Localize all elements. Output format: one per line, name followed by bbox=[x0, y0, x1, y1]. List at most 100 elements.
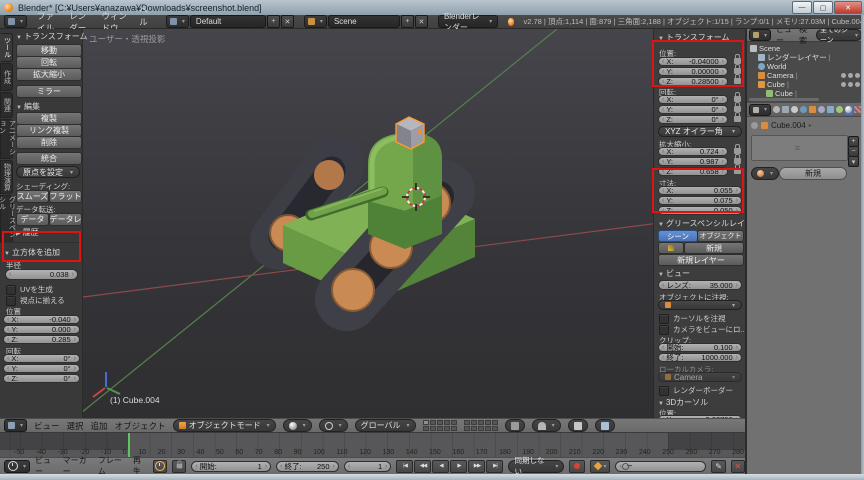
use-preview-range-button[interactable] bbox=[153, 460, 167, 473]
title-bar[interactable]: Blender* [C:¥Users¥anazawa¥Downloads¥scr… bbox=[0, 0, 864, 15]
render-opengl-button[interactable] bbox=[568, 419, 588, 432]
timeline-editor-selector[interactable] bbox=[4, 460, 30, 473]
np-3d-cursor-header[interactable]: ▼3Dカーソル bbox=[658, 397, 708, 408]
shading-dropdown[interactable] bbox=[283, 419, 312, 432]
3d-viewport[interactable]: ユーザー・透視投影 (1) Cube.004 bbox=[83, 29, 745, 418]
outliner-row-cube-data[interactable]: Cube| bbox=[766, 89, 797, 98]
outliner-row-camera[interactable]: Camera| bbox=[758, 71, 798, 80]
close-button[interactable]: ✕ bbox=[834, 1, 862, 14]
shade-smooth-button[interactable]: スムーズ bbox=[16, 190, 49, 203]
gp-scene-toggle[interactable]: シーン bbox=[658, 230, 698, 242]
current-frame-field[interactable]: 1 bbox=[344, 461, 392, 472]
set-origin-dropdown[interactable]: 原点を設定 bbox=[16, 166, 80, 178]
rotation-mode-dropdown[interactable]: XYZ オイラー角 bbox=[658, 126, 742, 137]
clip-start-field[interactable]: 開始:0.100 bbox=[658, 343, 742, 352]
render-border-checkbox[interactable]: レンダーボーダー bbox=[659, 385, 733, 396]
tab-relations[interactable]: 関連 bbox=[0, 92, 13, 118]
tab-tools[interactable]: ツール bbox=[0, 33, 13, 62]
scene-field[interactable]: Scene bbox=[328, 15, 400, 28]
screen-layout-field[interactable]: Default bbox=[190, 15, 266, 28]
sync-dropdown[interactable]: 同期しない bbox=[508, 460, 564, 473]
generate-uv-checkbox[interactable]: UVを生成 bbox=[6, 284, 53, 295]
orientation-dropdown[interactable]: グローバル bbox=[355, 419, 416, 432]
tab-material[interactable] bbox=[845, 105, 853, 115]
properties-breadcrumb[interactable]: Cube.004 ▸ bbox=[751, 121, 812, 130]
render-anim-button[interactable] bbox=[595, 419, 615, 432]
material-browse-dropdown[interactable] bbox=[751, 167, 779, 180]
location-y-field[interactable]: Y:0.000 bbox=[3, 325, 80, 334]
mode-dropdown[interactable]: オブジェクトモード bbox=[173, 419, 276, 432]
layers-grid-1[interactable] bbox=[423, 420, 457, 431]
tab-render[interactable] bbox=[772, 105, 780, 115]
mirror-button[interactable]: ミラー bbox=[16, 85, 82, 98]
np-grease-pencil-header[interactable]: ▼グリースペンシルレイ... bbox=[658, 218, 745, 229]
local-camera-field[interactable]: Camera bbox=[658, 372, 742, 382]
keying-set-dropdown[interactable] bbox=[590, 460, 611, 473]
play-button[interactable]: ▶ bbox=[450, 460, 467, 473]
maximize-button[interactable]: ▢ bbox=[813, 1, 833, 14]
viewport-editor-selector[interactable] bbox=[4, 419, 27, 432]
panel-transform-header[interactable]: ▼トランスフォーム bbox=[16, 31, 88, 42]
minimize-button[interactable]: — bbox=[792, 1, 812, 14]
lock-to-cursor-checkbox[interactable]: カーソルを注視 bbox=[659, 313, 726, 324]
properties-editor-selector[interactable] bbox=[749, 104, 771, 116]
outliner-row-renderlayers[interactable]: レンダーレイヤー| bbox=[758, 53, 831, 62]
editor-type-selector[interactable] bbox=[4, 15, 27, 28]
lock-to-scene-button[interactable] bbox=[505, 419, 525, 432]
outliner-row-world[interactable]: World bbox=[758, 62, 786, 71]
render-engine-selector[interactable]: Blenderレンダー bbox=[438, 15, 498, 28]
view-menu[interactable]: ビュー bbox=[34, 420, 60, 432]
scene-delete-button[interactable]: ✕ bbox=[415, 15, 428, 28]
lock-icon[interactable] bbox=[734, 116, 741, 122]
outliner-row-cube[interactable]: Cube| bbox=[758, 80, 789, 89]
lock-time-button[interactable] bbox=[172, 460, 186, 473]
frame-end-field[interactable]: 終了:250 bbox=[276, 461, 339, 472]
delete-button[interactable]: 削除 bbox=[16, 136, 82, 149]
record-button[interactable] bbox=[569, 460, 584, 473]
insert-keyframe-button[interactable]: ✎ bbox=[711, 460, 725, 473]
np-view-header[interactable]: ▼ビュー bbox=[658, 268, 690, 279]
data-layout-button[interactable]: データレ bbox=[49, 213, 82, 226]
material-new-button[interactable]: 新規 bbox=[779, 167, 847, 180]
frame-start-field[interactable]: 開始:1 bbox=[191, 461, 271, 472]
tab-render-layers[interactable] bbox=[781, 105, 789, 115]
outliner-scrollbar[interactable] bbox=[749, 98, 819, 101]
delete-keyframe-button[interactable]: ✕ bbox=[731, 460, 745, 473]
tab-modifiers[interactable] bbox=[827, 105, 835, 115]
tab-data[interactable] bbox=[836, 105, 844, 115]
layout-delete-button[interactable]: ✕ bbox=[281, 15, 294, 28]
lens-field[interactable]: レンズ:35.000 bbox=[658, 280, 742, 290]
lock-object-field[interactable] bbox=[658, 300, 742, 310]
tab-constraints[interactable] bbox=[817, 105, 825, 115]
np-scale-x-field[interactable]: X:0.724 bbox=[658, 147, 728, 156]
next-keyframe-button[interactable]: ▶▶ bbox=[468, 460, 485, 473]
outliner-search-menu[interactable]: 検索 bbox=[799, 29, 811, 46]
scene-selector-icon[interactable] bbox=[304, 15, 327, 28]
3d-viewport-canvas[interactable] bbox=[83, 29, 745, 418]
active-keying-set-field[interactable] bbox=[615, 461, 706, 472]
np-rot-x-field[interactable]: X:0° bbox=[658, 95, 728, 104]
jump-to-end-button[interactable]: ▶| bbox=[486, 460, 503, 473]
gp-new-button[interactable]: 新規 bbox=[684, 242, 744, 254]
lock-camera-checkbox[interactable]: カメラをビューにロ... bbox=[659, 324, 745, 335]
play-reverse-button[interactable]: ◀ bbox=[432, 460, 449, 473]
pivot-dropdown[interactable] bbox=[319, 419, 348, 432]
prev-keyframe-button[interactable]: ◀◀ bbox=[414, 460, 431, 473]
material-slot-list[interactable]: ≡ bbox=[751, 135, 848, 161]
gp-new-layer-button[interactable]: 新規レイヤー bbox=[658, 254, 744, 266]
tab-world[interactable] bbox=[799, 105, 807, 115]
cube-restrict-icons[interactable] bbox=[841, 82, 860, 87]
rotation-z-field[interactable]: Z:0° bbox=[3, 374, 80, 383]
np-scale-y-field[interactable]: Y:0.987 bbox=[658, 157, 728, 166]
outliner-scope-dropdown[interactable]: 全てのシーン bbox=[816, 29, 862, 41]
rotation-x-field[interactable]: X:0° bbox=[3, 354, 80, 363]
slot-specials-button[interactable]: ▾ bbox=[848, 156, 859, 167]
layout-add-button[interactable]: + bbox=[267, 15, 280, 28]
scale-button[interactable]: 拡大縮小 bbox=[16, 68, 82, 81]
location-z-field[interactable]: Z:0.285 bbox=[3, 335, 80, 344]
camera-restrict-icons[interactable] bbox=[841, 73, 860, 78]
gp-draw-icon-button[interactable] bbox=[658, 242, 684, 254]
tab-object[interactable] bbox=[808, 105, 816, 115]
np-rot-z-field[interactable]: Z:0° bbox=[658, 115, 728, 124]
align-to-view-checkbox[interactable]: 視点に揃える bbox=[6, 295, 65, 306]
